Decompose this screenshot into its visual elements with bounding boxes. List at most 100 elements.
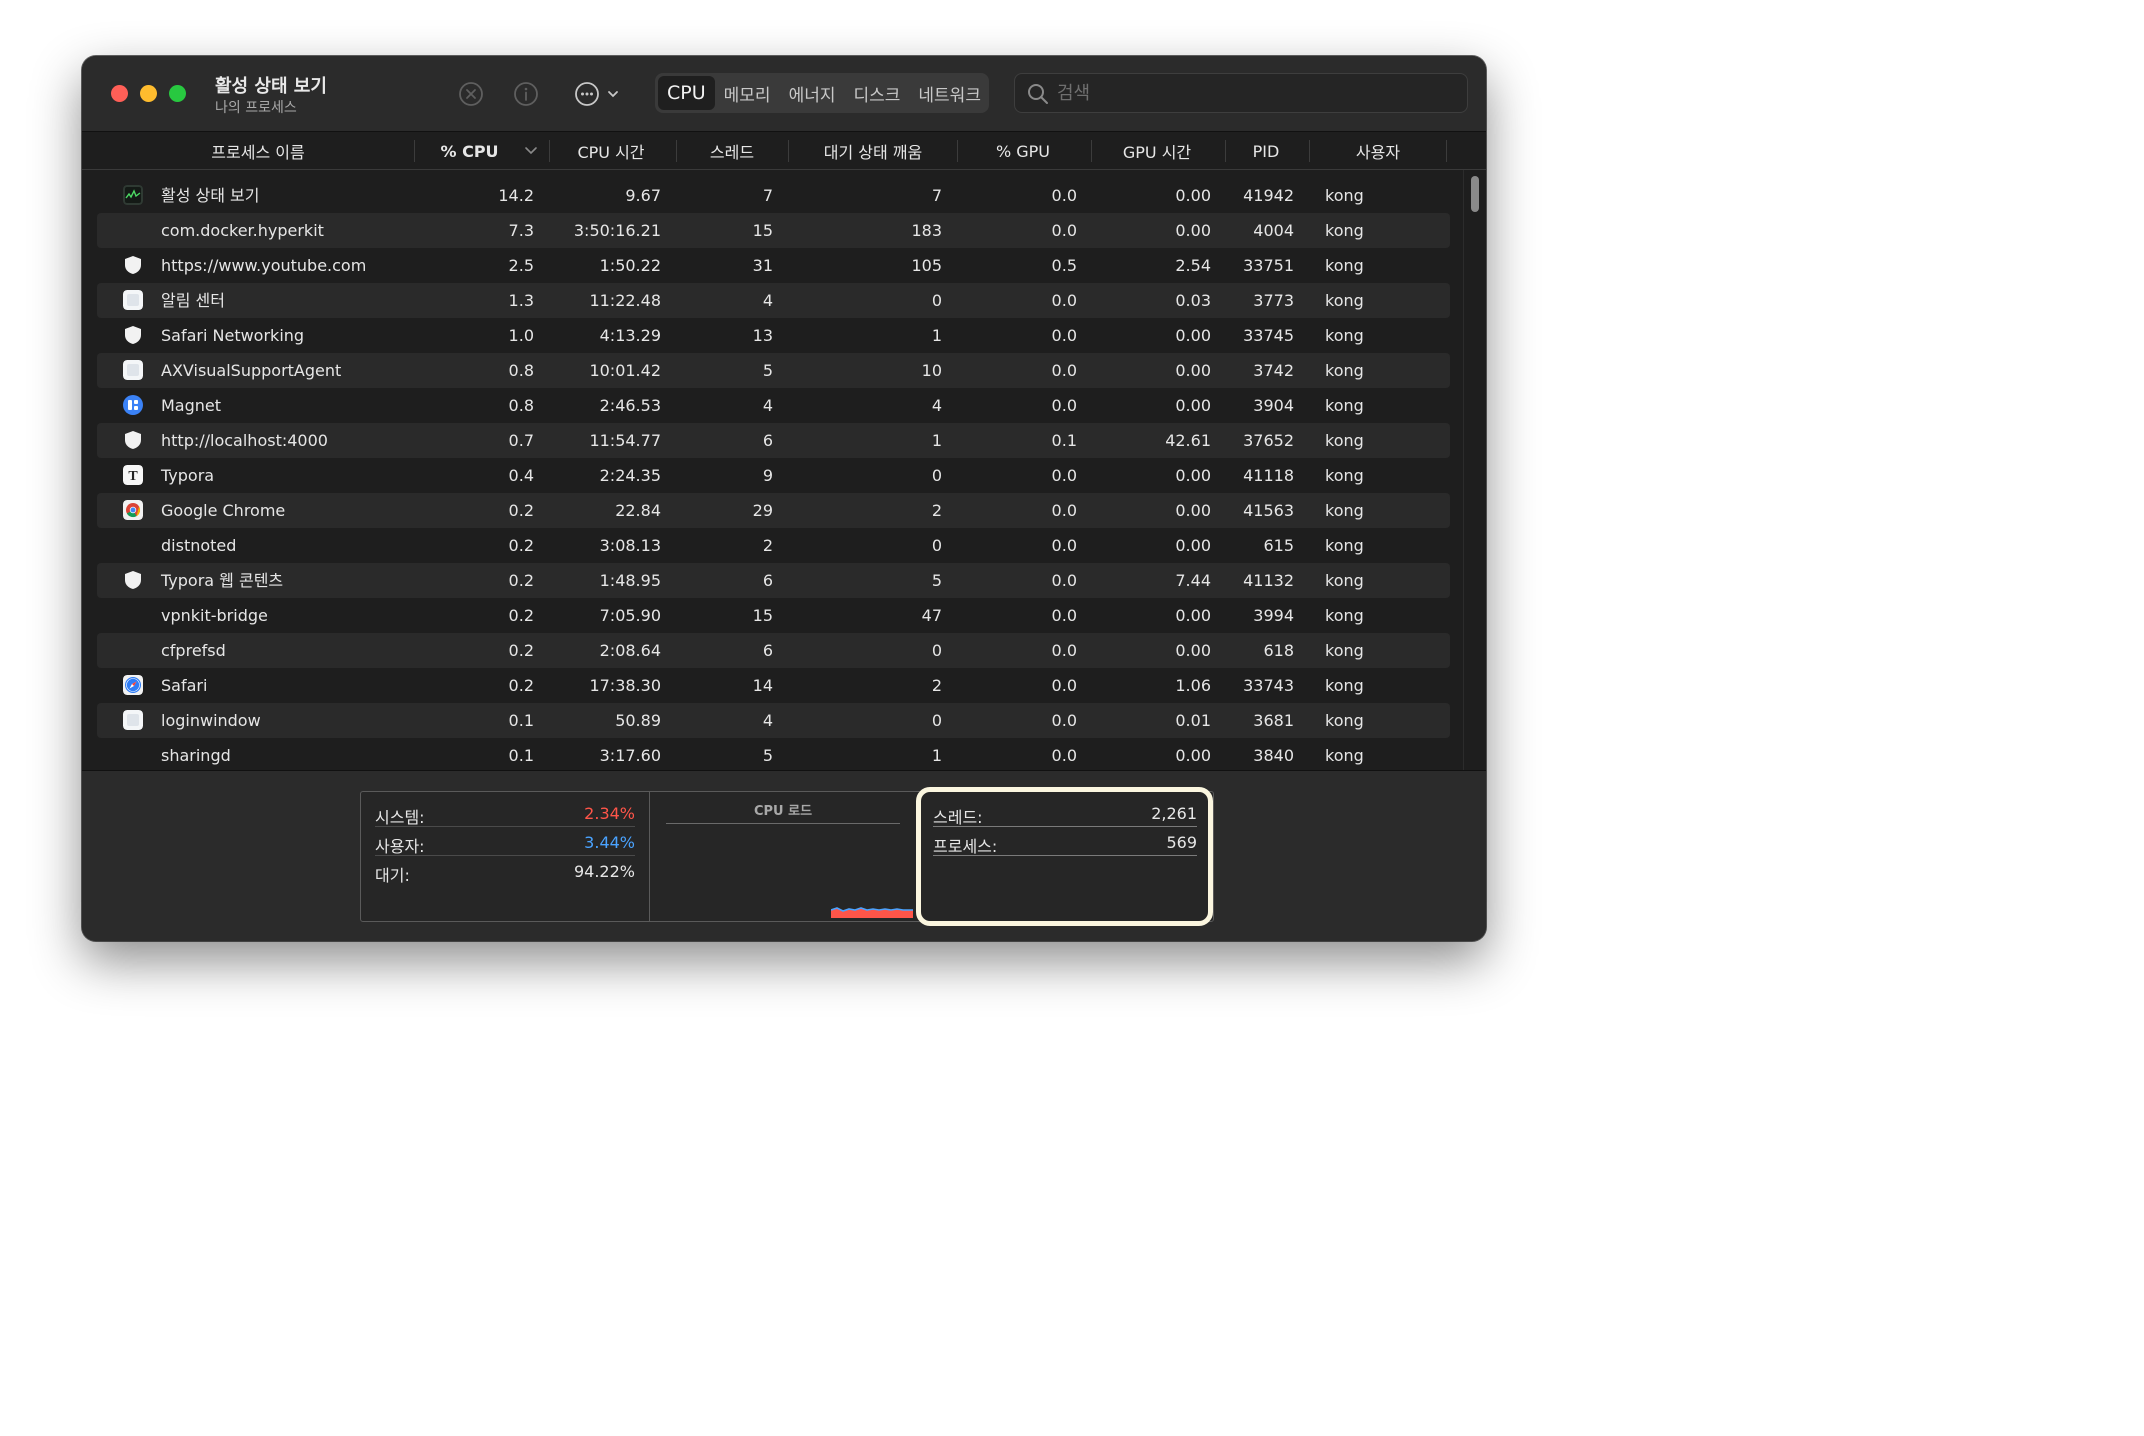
generic-app-icon [123, 290, 143, 310]
table-row[interactable]: http://localhost:4000 0.7 11:54.77 6 1 0.1 42.… [97, 423, 1450, 458]
cpu-load-title: CPU 로드 [666, 800, 900, 824]
process-name-cell: Google Chrome [161, 501, 286, 520]
cpu-time-cell: 4:13.29 [599, 326, 661, 345]
user-value: 3.44% [584, 833, 635, 852]
threads-cell: 7 [762, 186, 773, 205]
user-cell: kong [1325, 746, 1364, 765]
threads-value: 2,261 [1151, 804, 1197, 823]
pid-cell: 41563 [1243, 501, 1294, 520]
scrollbar-thumb[interactable] [1471, 176, 1479, 212]
cpu-percent-cell: 14.2 [498, 186, 534, 205]
process-name-cell: distnoted [161, 536, 237, 555]
cpu-percent-cell: 0.1 [508, 746, 534, 765]
system-value: 2.34% [584, 804, 635, 823]
tab-energy[interactable]: 에너지 [780, 76, 845, 110]
threads-stat-row: 스레드: 2,261 [933, 798, 1197, 827]
table-header: 프로세스 이름 % CPU CPU 시간 스레드 대기 상태 깨움 % GPU … [82, 132, 1486, 170]
stop-process-icon [459, 82, 483, 106]
table-row[interactable]: Google Chrome 0.2 22.84 29 2 0.0 0.00 41563 kong [97, 493, 1450, 528]
cpu-time-cell: 3:17.60 [599, 746, 661, 765]
table-row[interactable]: https://www.youtube.com 2.5 1:50.22 31 105 0.… [97, 248, 1450, 283]
table-row[interactable]: distnoted 0.2 3:08.13 2 0 0.0 0.00 615 kong [97, 528, 1450, 563]
gpu-time-cell: 7.44 [1175, 571, 1211, 590]
cpu-percent-cell: 1.3 [508, 291, 534, 310]
column-header-pid[interactable]: PID [1226, 132, 1306, 170]
column-header-user[interactable]: 사용자 [1310, 132, 1446, 170]
threads-cell: 14 [752, 676, 773, 695]
pid-cell: 3681 [1253, 711, 1294, 730]
search-field[interactable] [1014, 73, 1468, 113]
table-row[interactable]: vpnkit-bridge 0.2 7:05.90 15 47 0.0 0.00 3994 ko… [97, 598, 1450, 633]
stop-process-button[interactable] [457, 80, 485, 108]
gpu-time-cell: 0.00 [1175, 186, 1211, 205]
threads-cell: 4 [762, 396, 773, 415]
column-header-threads[interactable]: 스레드 [677, 132, 787, 170]
idle-wakeups-cell: 2 [931, 501, 942, 520]
pid-cell: 33751 [1243, 256, 1294, 275]
table-row[interactable]: cfprefsd 0.2 2:08.64 6 0 0.0 0.00 618 kong [97, 633, 1450, 668]
pid-cell: 4004 [1253, 221, 1294, 240]
view-segmented-control: CPU 메모리 에너지 디스크 네트워크 [655, 73, 989, 113]
table-row[interactable]: AXVisualSupportAgent 0.8 10:01.42 5 10 0.0 0.0… [97, 353, 1450, 388]
cpu-time-cell: 2:46.53 [599, 396, 661, 415]
user-cell: kong [1325, 221, 1364, 240]
pid-cell: 3994 [1253, 606, 1294, 625]
idle-wakeups-cell: 1 [931, 326, 942, 345]
close-window-button[interactable] [111, 85, 128, 102]
chrome-icon [123, 500, 143, 520]
table-row[interactable]: Safari Networking 1.0 4:13.29 13 1 0.0 0.00 337… [97, 318, 1450, 353]
table-row[interactable]: Typora 웹 콘텐츠 0.2 1:48.95 6 5 0.0 7.44 41132 kong [97, 563, 1450, 598]
gpu-percent-cell: 0.0 [1051, 641, 1077, 660]
minimize-window-button[interactable] [140, 85, 157, 102]
activity-monitor-icon [123, 185, 143, 205]
cpu-summary-panel: 시스템: 2.34% 사용자: 3.44% 대기: 94.22% CPU 로드 … [82, 770, 1486, 941]
table-row[interactable]: sharingd 0.1 3:17.60 5 1 0.0 0.00 3840 kong [97, 738, 1450, 770]
ellipsis-circle-icon [575, 82, 599, 106]
cpu-time-cell: 7:05.90 [599, 606, 661, 625]
gpu-percent-cell: 0.0 [1051, 186, 1077, 205]
tab-disk[interactable]: 디스크 [844, 76, 909, 110]
tab-cpu[interactable]: CPU [658, 76, 715, 110]
magnet-icon [123, 395, 143, 415]
pid-cell: 33745 [1243, 326, 1294, 345]
idle-value: 94.22% [573, 862, 635, 881]
idle-stat-row: 대기: 94.22% [375, 856, 635, 885]
window-subtitle[interactable]: 나의 프로세스 [215, 97, 297, 117]
cpu-time-cell: 2:08.64 [599, 641, 661, 660]
system-stat-row: 시스템: 2.34% [375, 798, 635, 827]
gpu-percent-cell: 0.0 [1051, 396, 1077, 415]
threads-cell: 15 [752, 221, 773, 240]
cpu-time-cell: 2:24.35 [599, 466, 661, 485]
more-actions-button[interactable] [570, 80, 624, 108]
zoom-window-button[interactable] [169, 85, 186, 102]
column-header-idle-wakeups[interactable]: 대기 상태 깨움 [789, 132, 957, 170]
vertical-scrollbar[interactable] [1463, 170, 1485, 770]
column-header-process-name[interactable]: 프로세스 이름 [152, 132, 364, 170]
column-header-gpu-percent[interactable]: % GPU [958, 132, 1088, 170]
pid-cell: 41118 [1243, 466, 1294, 485]
process-table-body: 활성 상태 보기 14.2 9.67 7 7 0.0 0.00 41942 kong com.do… [97, 178, 1450, 770]
idle-wakeups-cell: 4 [931, 396, 942, 415]
inspect-process-button[interactable] [512, 80, 540, 108]
threads-cell: 9 [762, 466, 773, 485]
user-cell: kong [1325, 571, 1364, 590]
processes-value: 569 [1166, 833, 1197, 852]
table-row[interactable]: Safari 0.2 17:38.30 14 2 0.0 1.06 33743 kong [97, 668, 1450, 703]
gpu-time-cell: 0.00 [1175, 361, 1211, 380]
column-header-cpu-percent[interactable]: % CPU [422, 132, 517, 170]
table-row[interactable]: 알림 센터 1.3 11:22.48 4 0 0.0 0.03 3773 kong [97, 283, 1450, 318]
cpu-percent-cell: 0.2 [508, 571, 534, 590]
table-row[interactable]: Magnet 0.8 2:46.53 4 4 0.0 0.00 3904 kong [97, 388, 1450, 423]
table-row[interactable]: T Typora 0.4 2:24.35 9 0 0.0 0.00 41118 kong [97, 458, 1450, 493]
tab-memory[interactable]: 메모리 [715, 76, 780, 110]
search-input[interactable] [1057, 74, 1457, 112]
cpu-time-cell: 10:01.42 [589, 361, 661, 380]
shield-icon [123, 570, 143, 590]
table-row[interactable]: com.docker.hyperkit 7.3 3:50:16.21 15 183 0.0… [97, 213, 1450, 248]
sort-descending-icon[interactable] [524, 145, 538, 157]
column-header-cpu-time[interactable]: CPU 시간 [550, 132, 672, 170]
column-header-gpu-time[interactable]: GPU 시간 [1092, 132, 1222, 170]
tab-network[interactable]: 네트워크 [909, 76, 990, 110]
table-row[interactable]: 활성 상태 보기 14.2 9.67 7 7 0.0 0.00 41942 kong [97, 178, 1450, 213]
table-row[interactable]: loginwindow 0.1 50.89 4 0 0.0 0.01 3681 kong [97, 703, 1450, 738]
